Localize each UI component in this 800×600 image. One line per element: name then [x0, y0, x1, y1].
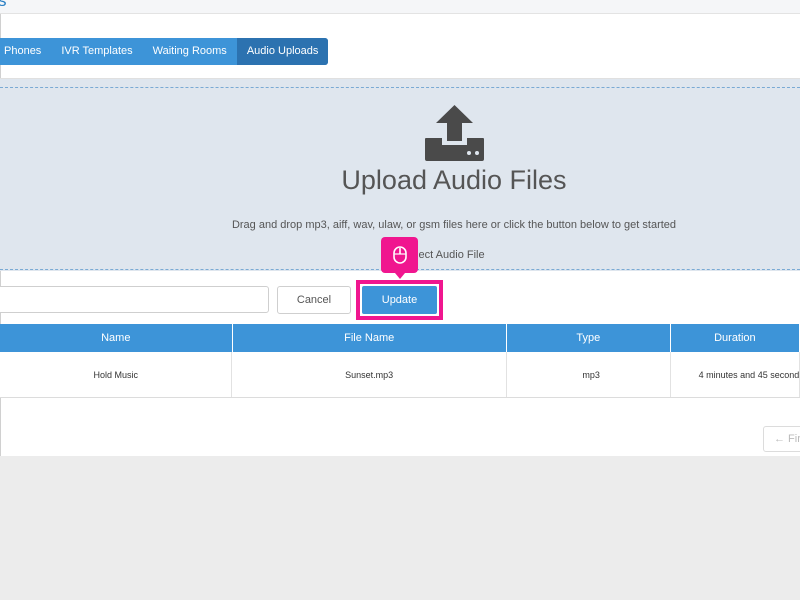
column-header-name[interactable]: Name [0, 324, 233, 352]
table-row[interactable]: Hold Music Sunset.mp3 mp3 4 minutes and … [0, 352, 800, 398]
dropzone-border-top [0, 87, 800, 88]
tab-ivr-templates[interactable]: IVR Templates [51, 38, 142, 65]
page-title: s [0, 0, 7, 10]
cell-name: Hold Music [0, 352, 233, 397]
column-header-file-name[interactable]: File Name [233, 324, 507, 352]
column-header-duration[interactable]: Duration [671, 324, 800, 352]
upload-title: Upload Audio Files [341, 165, 567, 195]
column-header-type[interactable]: Type [507, 324, 671, 352]
pagination-first-button[interactable]: ← First [763, 426, 800, 452]
cell-type: mp3 [507, 352, 671, 397]
update-button[interactable]: Update [362, 286, 437, 314]
click-indicator [381, 237, 418, 279]
upload-tray-icon [425, 105, 484, 161]
cancel-button[interactable]: Cancel [277, 286, 351, 314]
cell-file-name: Sunset.mp3 [232, 352, 507, 397]
audio-files-table: Name File Name Type Duration Hold Music … [0, 324, 800, 398]
tab-waiting-rooms[interactable]: Waiting Rooms [143, 38, 237, 65]
select-audio-file-button[interactable]: elect Audio File [410, 249, 485, 261]
top-title-strip: s [0, 0, 800, 14]
audio-name-input[interactable] [0, 286, 269, 313]
main-page: s Phones IVR Templates Waiting Rooms Aud… [0, 0, 800, 456]
cell-duration: 4 minutes and 45 seconds [671, 352, 800, 397]
tab-bar: Phones IVR Templates Waiting Rooms Audio… [0, 38, 329, 65]
mouse-icon [392, 246, 407, 264]
tab-phones[interactable]: Phones [0, 38, 51, 65]
tab-audio-uploads[interactable]: Audio Uploads [236, 38, 329, 65]
table-header: Name File Name Type Duration [0, 324, 800, 352]
upload-hint: Drag and drop mp3, aiff, wav, ulaw, or g… [231, 219, 677, 231]
